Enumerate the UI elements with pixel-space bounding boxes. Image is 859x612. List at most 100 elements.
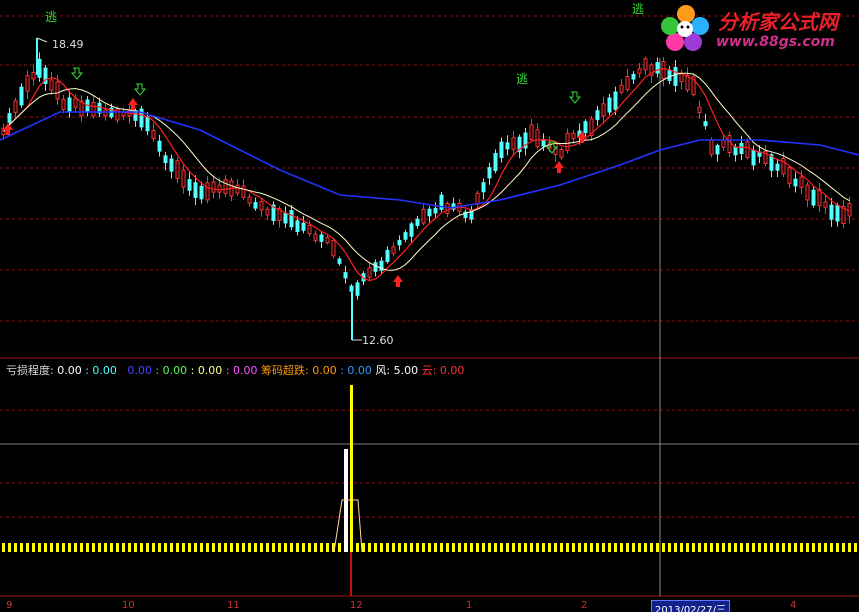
indicator-base-bar	[512, 543, 515, 552]
indicator-base-bar	[212, 543, 215, 552]
indicator-base-bar	[812, 543, 815, 552]
ma-red-line	[3, 68, 850, 282]
indicator-base-bar	[482, 543, 485, 552]
indicator-base-bar	[710, 543, 713, 552]
indicator-base-bar	[650, 543, 653, 552]
indicator-base-bar	[806, 543, 809, 552]
indicator-base-bar	[38, 543, 41, 552]
indicator-base-bar	[608, 543, 611, 552]
indicator-base-bar	[2, 543, 5, 552]
indicator-base-bar	[128, 543, 131, 552]
indicator-base-bar	[686, 543, 689, 552]
indicator-base-bar	[152, 543, 155, 552]
indicator-value-3: 0.00	[127, 364, 152, 377]
site-logo: 分析家公式网 www.88gs.com	[656, 2, 856, 54]
indicator-value-5: 0.00	[197, 364, 223, 377]
candle-body	[37, 58, 42, 78]
low-price-label: 12.60	[362, 334, 394, 347]
candle-body	[613, 91, 618, 110]
escape-mark: 逃	[632, 2, 645, 16]
indicator-base-bar	[548, 543, 551, 552]
indicator-base-bar	[206, 543, 209, 552]
candle-body	[595, 110, 600, 121]
indicator-base-bar	[140, 543, 143, 552]
axis-date: 1	[466, 600, 473, 611]
indicator-base-bar	[620, 543, 623, 552]
candle-body	[175, 160, 180, 179]
candle-body	[355, 282, 360, 296]
buy-arrow-icon	[128, 98, 138, 105]
candle-body	[625, 76, 630, 91]
cursor-date-box: 2013/02/27/三	[651, 600, 731, 612]
candle-body	[847, 203, 852, 217]
candle-body	[661, 61, 666, 79]
indicator-base-bar	[572, 543, 575, 552]
axis-date: 2	[581, 600, 588, 611]
candle-body	[415, 218, 420, 226]
indicator-base-bar	[56, 543, 59, 552]
indicator-base-bar	[614, 543, 617, 552]
indicator-base-bar	[470, 543, 473, 552]
candle-body	[727, 134, 732, 154]
indicator-base-bar	[854, 543, 857, 552]
candle-body	[187, 179, 192, 191]
candle-body	[169, 158, 174, 172]
candle-body	[799, 176, 804, 188]
candle-body	[145, 116, 150, 132]
indicator-base-bar	[476, 543, 479, 552]
candle-body	[259, 201, 264, 211]
high-pointer	[36, 37, 48, 43]
candle-body	[13, 100, 18, 113]
logo-title: 分析家公式网	[718, 10, 838, 34]
indicator-base-bar	[422, 543, 425, 552]
candle-body	[337, 258, 342, 264]
indicator-base-bar	[86, 543, 89, 552]
candle-body	[31, 71, 36, 80]
high-price-label: 18.49	[52, 38, 84, 51]
candle-body	[427, 208, 432, 217]
indicator-base-bar	[98, 543, 101, 552]
indicator-base-bar	[446, 543, 449, 552]
candle-body	[541, 139, 546, 147]
ma-blue-line	[0, 111, 859, 209]
indicator-base-bar	[122, 543, 125, 552]
indicator-base-bar	[386, 543, 389, 552]
candle-body	[583, 121, 588, 134]
candle-body	[619, 84, 624, 93]
indicator-base-bar	[314, 543, 317, 552]
candle-body	[559, 149, 564, 158]
indicator-base-bar	[584, 543, 587, 552]
indicator-base-bar	[272, 543, 275, 552]
candle-body	[235, 184, 240, 194]
indicator-base-bar	[296, 543, 299, 552]
indicator-base-bar	[698, 543, 701, 552]
indicator-base-bar	[656, 543, 659, 552]
indicator-base-bar	[50, 543, 53, 552]
candle-body	[49, 79, 54, 91]
indicator-base-bar	[560, 543, 563, 552]
indicator-base-bar	[116, 543, 119, 552]
buy-arrow-icon	[393, 275, 403, 282]
indicator-base-bar	[74, 543, 77, 552]
indicator-base-bar	[434, 543, 437, 552]
indicator-base-bar	[134, 543, 137, 552]
indicator-base-bar	[146, 543, 149, 552]
candle-body	[835, 204, 840, 222]
candle-body	[163, 155, 168, 164]
indicator-base-bar	[752, 543, 755, 552]
chart-window[interactable]: { "price_chart": { "high_label": "18.49"…	[0, 0, 859, 612]
indicator-base-bar	[488, 543, 491, 552]
indicator-value-8: 0.00	[347, 364, 372, 377]
candle-body	[703, 121, 708, 127]
indicator-base-bar	[746, 543, 749, 552]
indicator-base-bar	[644, 543, 647, 552]
candle-body	[247, 196, 252, 204]
candle-body	[709, 139, 714, 155]
indicator-base-bar	[596, 543, 599, 552]
indicator-base-bar	[392, 543, 395, 552]
candle-body	[343, 272, 348, 279]
indicator-base-bar	[254, 543, 257, 552]
candle-body	[223, 179, 228, 194]
indicator-base-bar	[194, 543, 197, 552]
indicator-base-bar	[740, 543, 743, 552]
